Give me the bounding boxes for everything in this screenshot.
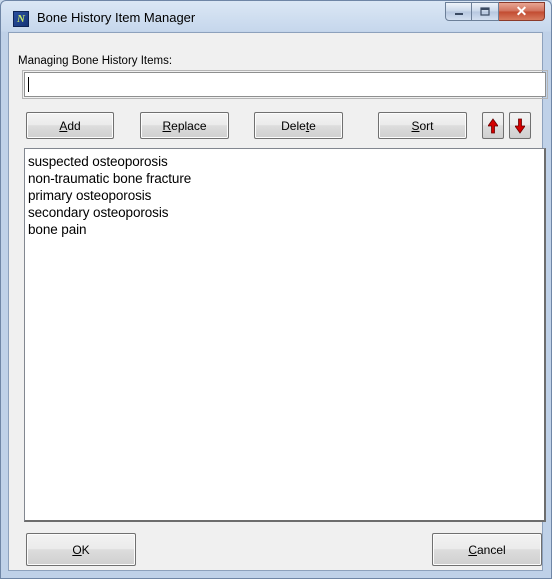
sort-label-mnemonic: S bbox=[411, 118, 420, 133]
list-item[interactable]: bone pain bbox=[25, 221, 544, 238]
ok-label-mnemonic: O bbox=[72, 542, 82, 557]
ok-label-rest: K bbox=[81, 542, 90, 557]
maximize-button[interactable] bbox=[472, 2, 499, 21]
ok-button[interactable]: OK bbox=[26, 533, 136, 566]
window-title: Bone History Item Manager bbox=[37, 10, 196, 25]
list-item[interactable]: primary osteoporosis bbox=[25, 187, 544, 204]
add-label-mnemonic: A bbox=[59, 118, 68, 133]
minimize-icon bbox=[454, 12, 463, 15]
bone-history-items-listbox[interactable]: suspected osteoporosis non-traumatic bon… bbox=[24, 148, 546, 522]
cancel-label-mnemonic: C bbox=[468, 542, 477, 557]
add-label-rest: dd bbox=[67, 118, 81, 133]
delete-button[interactable]: Dele t e bbox=[254, 112, 343, 139]
arrow-up-icon bbox=[488, 117, 498, 133]
sort-button[interactable]: Sort bbox=[378, 112, 467, 139]
cancel-button[interactable]: Cancel bbox=[432, 533, 542, 566]
delete-label-rest: e bbox=[309, 118, 316, 133]
managing-items-label: Managing Bone History Items: bbox=[18, 55, 173, 67]
list-item[interactable]: suspected osteoporosis bbox=[25, 153, 544, 170]
text-caret bbox=[28, 77, 29, 92]
title-bar[interactable]: N Bone History Item Manager ✕ bbox=[1, 1, 551, 34]
items-list: suspected osteoporosis non-traumatic bon… bbox=[25, 149, 544, 238]
maximize-icon bbox=[480, 7, 490, 16]
replace-button[interactable]: Replace bbox=[140, 112, 229, 139]
move-down-button[interactable] bbox=[509, 112, 531, 139]
replace-label-rest: eplace bbox=[171, 118, 207, 133]
add-button[interactable]: Add bbox=[26, 112, 114, 139]
move-up-button[interactable] bbox=[482, 112, 504, 139]
close-icon: ✕ bbox=[515, 3, 528, 19]
list-item[interactable]: non-traumatic bone fracture bbox=[25, 170, 544, 187]
replace-label-mnemonic: R bbox=[162, 118, 172, 133]
close-button[interactable]: ✕ bbox=[499, 2, 545, 21]
minimize-button[interactable] bbox=[445, 2, 472, 21]
list-item[interactable]: secondary osteoporosis bbox=[25, 204, 544, 221]
arrow-down-icon bbox=[515, 118, 525, 134]
app-icon: N bbox=[13, 11, 29, 27]
caption-buttons: ✕ bbox=[445, 2, 545, 22]
item-entry-field[interactable] bbox=[24, 72, 546, 97]
delete-label-prefix: Dele bbox=[281, 118, 306, 133]
cancel-label-rest: ancel bbox=[476, 542, 506, 557]
sort-label-rest: ort bbox=[419, 118, 434, 133]
